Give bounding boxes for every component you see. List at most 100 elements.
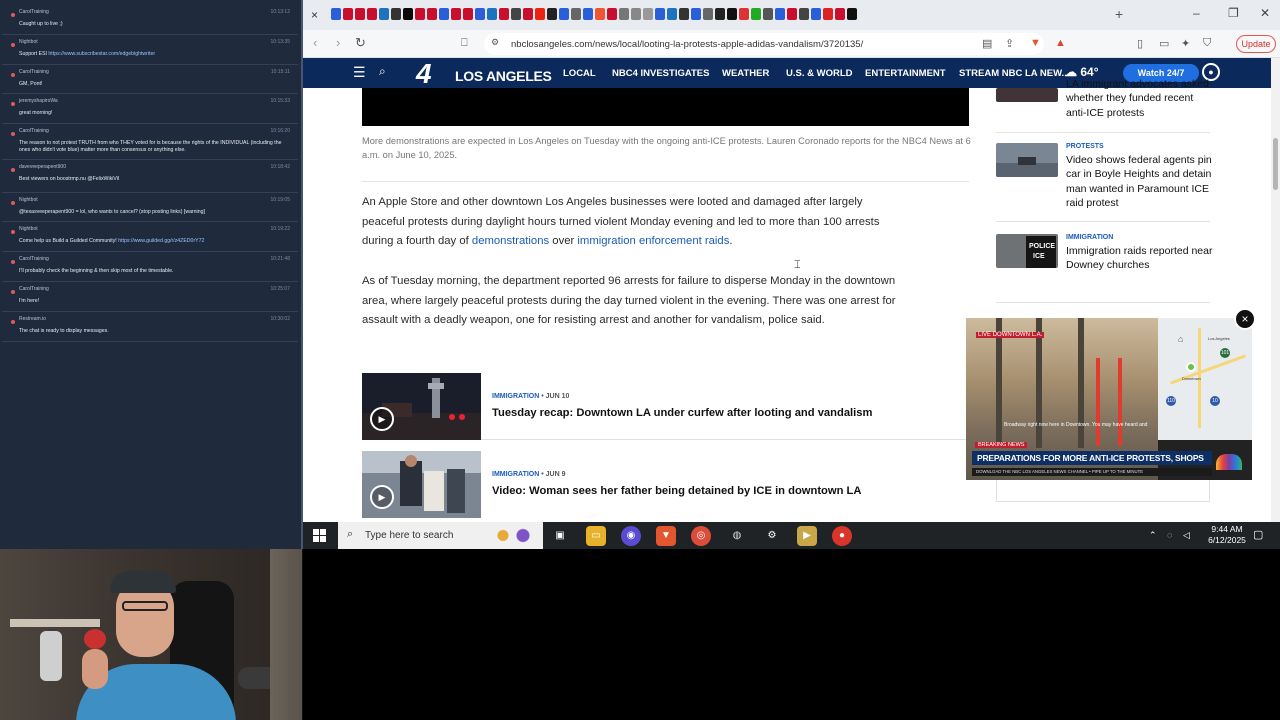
related-title[interactable]: Video: Woman sees her father being detai… — [492, 485, 861, 497]
kicker-label[interactable]: IMMIGRATION — [492, 393, 539, 400]
tab-favicon-icon[interactable] — [619, 8, 629, 20]
tray-chevron-icon[interactable]: ⌃ — [1149, 530, 1157, 541]
sidebar-title[interactable]: Video shows federal agents pin car in Bo… — [1066, 153, 1216, 210]
play-icon[interactable]: ▶ — [370, 407, 394, 431]
tab-favicon-icon[interactable] — [607, 8, 617, 20]
hamburger-menu-icon[interactable]: ☰ — [353, 64, 366, 81]
site-settings-icon[interactable]: ⚙ — [491, 37, 499, 48]
chat-username[interactable]: CarolTraining — [19, 286, 49, 292]
nbc4-logo-text[interactable]: LOS ANGELES — [455, 68, 552, 84]
tab-favicon-icon[interactable] — [739, 8, 749, 20]
tab-favicon-icon[interactable] — [715, 8, 725, 20]
tab-favicon-icon[interactable] — [379, 8, 389, 20]
obs-icon[interactable]: ◍ — [727, 526, 747, 546]
chat-username[interactable]: Nightbot — [19, 226, 38, 232]
chat-username[interactable]: CarolTraining — [19, 69, 49, 75]
related-kicker[interactable]: IMMIGRATION • JUN 9 — [492, 471, 566, 478]
sidebar-title[interactable]: Immigration raids reported near Downey c… — [1066, 244, 1216, 273]
tab-favicon-icon[interactable] — [763, 8, 773, 20]
chrome-icon[interactable]: ◎ — [691, 526, 711, 546]
tab-favicon-icon[interactable] — [799, 8, 809, 20]
related-thumbnail[interactable]: ▶ — [362, 451, 481, 518]
tab-favicon-icon[interactable] — [643, 8, 653, 20]
bookmark-icon[interactable]: ⎕ — [461, 37, 468, 50]
nav-nbc4-investigates[interactable]: NBC4 INVESTIGATES — [612, 68, 709, 79]
taskbar-search-box[interactable]: ⌕ Type here to search — [338, 522, 543, 549]
restore-icon[interactable]: ❐ — [1228, 6, 1239, 20]
wallet-icon[interactable]: ▭ — [1159, 37, 1169, 50]
video-player-bottom[interactable] — [362, 88, 969, 126]
forward-icon[interactable]: › — [336, 35, 340, 50]
task-view-icon[interactable]: ▣ — [550, 526, 570, 546]
nav-weather[interactable]: WEATHER — [722, 68, 769, 79]
new-tab-button[interactable]: + — [1115, 6, 1123, 22]
extensions-icon[interactable]: ✦ — [1181, 37, 1190, 50]
sidebar-kicker[interactable]: PROTESTS — [1066, 143, 1104, 150]
nav-entertainment[interactable]: ENTERTAINMENT — [865, 68, 946, 79]
scroll-thumb[interactable] — [1273, 138, 1278, 190]
chat-username[interactable]: Nightbot — [19, 39, 38, 45]
sidebar-title[interactable]: LA immigrant advocates asked whether the… — [1066, 77, 1216, 120]
chat-username[interactable]: Nightbot — [19, 197, 38, 203]
tab-favicon-icon[interactable] — [847, 8, 857, 20]
tab-favicon-icon[interactable] — [511, 8, 521, 20]
settings-icon[interactable]: ⚙ — [762, 526, 782, 546]
tab-favicon-icon[interactable] — [535, 8, 545, 20]
brave-rewards-icon[interactable]: ▲ — [1055, 37, 1066, 49]
tab-favicon-icon[interactable] — [571, 8, 581, 20]
link-immigration-raids[interactable]: immigration enforcement raids — [577, 235, 729, 247]
tab-favicon-icon[interactable] — [703, 8, 713, 20]
tab-favicon-icon[interactable] — [823, 8, 833, 20]
back-icon[interactable]: ‹ — [313, 35, 317, 50]
chat-link[interactable]: https://www.subscribestar.com/edgebightw… — [48, 51, 155, 57]
page-scrollbar[interactable] — [1271, 58, 1280, 522]
sidebar-thumbnail[interactable] — [996, 143, 1058, 177]
tab-favicon-icon[interactable] — [811, 8, 821, 20]
tab-favicon-icon[interactable] — [427, 8, 437, 20]
tab-favicon-icon[interactable] — [547, 8, 557, 20]
update-button[interactable]: Update — [1236, 35, 1276, 53]
chat-username[interactable]: CarolTraining — [19, 256, 49, 262]
minimize-icon[interactable]: – — [1193, 6, 1200, 20]
tab-favicon-icon[interactable] — [451, 8, 461, 20]
sidebar-thumbnail[interactable] — [996, 88, 1058, 102]
tab-favicon-icon[interactable] — [403, 8, 413, 20]
tab-favicon-icon[interactable] — [439, 8, 449, 20]
chat-username[interactable]: CarolTraining — [19, 128, 49, 134]
close-video-button[interactable]: × — [1234, 308, 1256, 330]
tab-favicon-icon[interactable] — [523, 8, 533, 20]
search-icon[interactable]: ⌕ — [379, 64, 386, 79]
notifications-icon[interactable]: ▢ — [1253, 528, 1263, 541]
tab-favicon-icon[interactable] — [487, 8, 497, 20]
chat-link[interactable]: https://www.guilded.gg/r/z4ZED0rY72 — [118, 238, 204, 244]
share-icon[interactable]: ⇪ — [1005, 37, 1014, 50]
kicker-label[interactable]: IMMIGRATION — [492, 471, 539, 478]
tab-favicon-icon[interactable] — [415, 8, 425, 20]
close-window-icon[interactable]: ✕ — [1260, 6, 1270, 20]
tab-favicon-icon[interactable] — [391, 8, 401, 20]
tab-favicon-icon[interactable] — [331, 8, 341, 20]
tab-favicon-icon[interactable] — [475, 8, 485, 20]
tab-favicon-icon[interactable] — [367, 8, 377, 20]
tab-favicon-icon[interactable] — [667, 8, 677, 20]
tab-favicon-icon[interactable] — [343, 8, 353, 20]
volume-icon[interactable]: ◁ — [1183, 530, 1190, 541]
chat-username[interactable]: daveveeperapent900 — [19, 164, 66, 170]
url-text[interactable]: nbclosangeles.com/news/local/looting-la-… — [511, 39, 863, 50]
windows-start-icon[interactable] — [313, 529, 326, 542]
play-icon[interactable]: ▶ — [370, 485, 394, 509]
taskbar-clock[interactable]: 9:44 AM 6/12/2025 — [1205, 524, 1249, 546]
sidebar-icon[interactable]: ▯ — [1137, 37, 1143, 50]
tab-favicon-icon[interactable] — [787, 8, 797, 20]
nav-local[interactable]: LOCAL — [563, 68, 596, 79]
nbc4-logo-number[interactable]: 4 — [416, 58, 432, 90]
chat-username[interactable]: jeremyshapiroWa — [19, 98, 58, 104]
brave-shields-icon[interactable]: ▼ — [1030, 37, 1041, 49]
restream-icon[interactable]: ● — [832, 526, 852, 546]
vpn-icon[interactable]: ⛉ — [1203, 37, 1211, 50]
tab-favicon-icon[interactable] — [559, 8, 569, 20]
search-highlight-icon[interactable] — [488, 525, 538, 546]
related-video-card[interactable]: ▶ IMMIGRATION • JUN 9 Video: Woman sees … — [362, 451, 969, 518]
nav-us-world[interactable]: U.S. & WORLD — [786, 68, 853, 79]
tab-favicon-icon[interactable] — [751, 8, 761, 20]
